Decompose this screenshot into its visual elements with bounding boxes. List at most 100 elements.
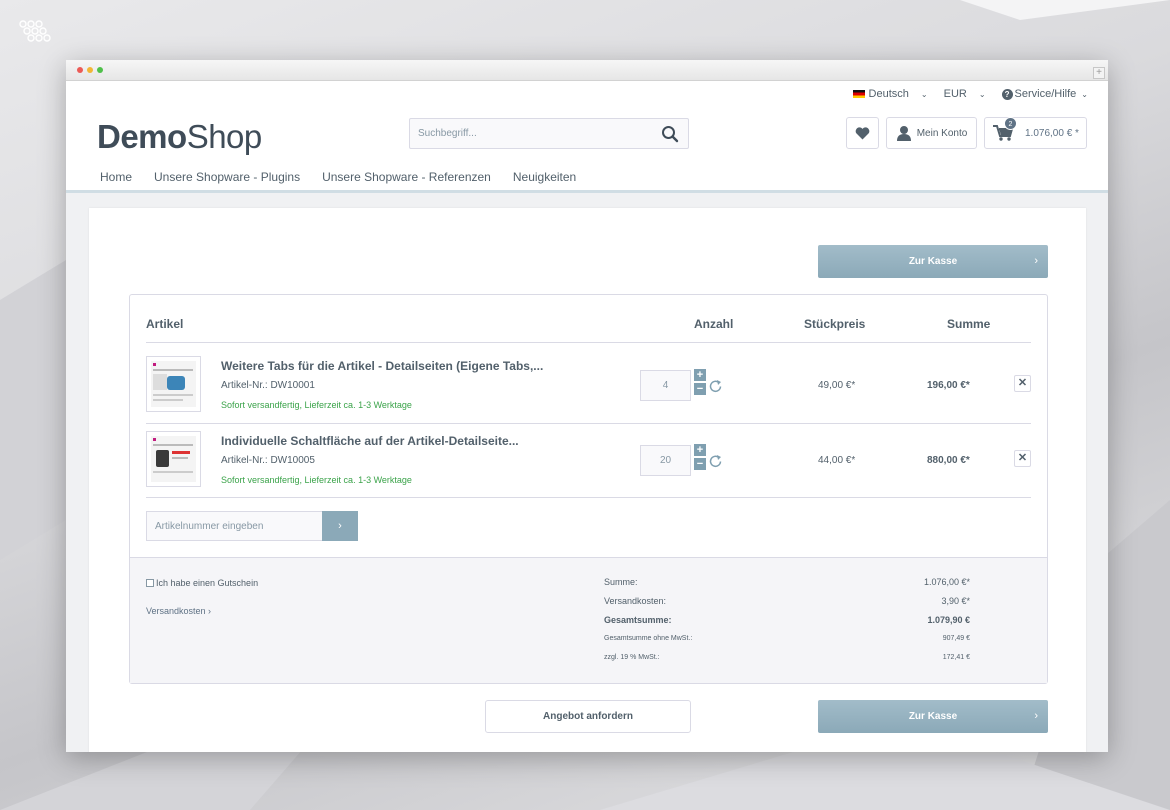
aggregation-label: zzgl. 19 % MwSt.: <box>604 654 660 661</box>
article-number-input[interactable] <box>147 512 317 540</box>
service-menu[interactable]: ? Service/Hilfe ⌄ <box>1001 88 1088 100</box>
header-unit-price: Stückpreis <box>804 317 866 331</box>
search-input[interactable] <box>410 119 650 148</box>
main-content: Zur Kasse › Artikel Anzahl Stückpreis Su… <box>66 193 1108 752</box>
nav-item-home[interactable]: Home <box>100 170 132 184</box>
wishlist-button[interactable] <box>846 117 879 149</box>
add-article-button[interactable]: › <box>322 511 358 541</box>
aggregation-line: Gesamtsumme ohne MwSt.: 907,49 € <box>604 635 970 642</box>
logo-bold-text: Demo <box>97 118 187 155</box>
cart-amount: 1.076,00 € * <box>1025 127 1079 139</box>
checkout-label: Zur Kasse <box>908 711 958 722</box>
close-icon: ✕ <box>1017 452 1028 464</box>
user-icon <box>896 126 911 141</box>
checkout-label: Zur Kasse <box>908 256 958 267</box>
account-label: Mein Konto <box>916 127 968 139</box>
aggregation-label: Summe: <box>604 577 638 587</box>
voucher-checkbox[interactable] <box>146 579 154 587</box>
cart-aggregation: Ich habe einen Gutschein Versandkosten ›… <box>130 557 1047 683</box>
quantity-stepper: + − <box>694 369 706 397</box>
cart-panel: Zur Kasse › Artikel Anzahl Stückpreis Su… <box>89 208 1086 752</box>
nav-item-references[interactable]: Unsere Shopware - Referenzen <box>322 170 491 184</box>
refresh-icon[interactable] <box>708 454 723 469</box>
aggregation-label: Versandkosten: <box>604 596 667 606</box>
voucher-toggle[interactable]: Ich habe einen Gutschein <box>146 578 258 588</box>
heart-icon <box>855 126 870 139</box>
quantity-input[interactable]: 20 <box>640 445 691 476</box>
checkout-button-top[interactable]: Zur Kasse › <box>818 245 1048 278</box>
shipping-costs-link[interactable]: Versandkosten › <box>146 606 211 616</box>
aggregation-value: 1.079,90 € <box>927 615 970 625</box>
aggregation-value: 3,90 €* <box>941 596 970 606</box>
plus-icon[interactable]: + <box>694 444 706 456</box>
nav-item-plugins[interactable]: Unsere Shopware - Plugins <box>154 170 300 184</box>
shop-logo[interactable]: DemoShop <box>97 118 262 156</box>
line-total: 880,00 €* <box>927 455 970 466</box>
corner-logo-icon <box>19 20 51 42</box>
header-total: Summe <box>947 317 991 331</box>
aggregation-value: 1.076,00 €* <box>923 577 970 587</box>
cart-item-row: Individuelle Schaltfläche auf der Artike… <box>130 418 1049 492</box>
aggregation-value: 907,49 € <box>942 635 970 642</box>
search-icon[interactable] <box>661 125 679 143</box>
aggregation-line: zzgl. 19 % MwSt.: 172,41 € <box>604 654 970 661</box>
service-label: Service/Hilfe <box>1014 88 1077 100</box>
minimize-window-dot[interactable] <box>87 67 93 73</box>
remove-item-button[interactable]: ✕ <box>1014 450 1031 467</box>
refresh-icon[interactable] <box>708 379 723 394</box>
currency-selector[interactable]: EUR ⌄ <box>944 88 986 100</box>
unit-price: 44,00 €* <box>818 455 856 466</box>
top-bar: Deutsch ⌄ EUR ⌄ ? Service/Hilfe ⌄ <box>837 88 1088 100</box>
language-label: Deutsch <box>868 88 909 100</box>
window-titlebar: + <box>66 60 1108 81</box>
search-box <box>409 118 689 149</box>
browser-window: + Deutsch ⌄ EUR ⌄ ? Service/Hilfe ⌄ Demo… <box>66 60 1108 752</box>
product-number: Artikel-Nr.: DW10001 <box>221 380 315 391</box>
minus-icon[interactable]: − <box>694 458 706 470</box>
product-image <box>151 436 196 482</box>
product-name[interactable]: Weitere Tabs für die Artikel - Detailsei… <box>221 359 543 373</box>
checkout-button-bottom[interactable]: Zur Kasse › <box>818 700 1048 733</box>
aggregation-line: Versandkosten: 3,90 €* <box>604 596 970 606</box>
minus-icon[interactable]: − <box>694 383 706 395</box>
logo-light-text: Shop <box>186 118 263 155</box>
voucher-label: Ich habe einen Gutschein <box>156 578 259 588</box>
nav-item-news[interactable]: Neuigkeiten <box>513 170 576 184</box>
close-window-dot[interactable] <box>77 67 83 73</box>
remove-item-button[interactable]: ✕ <box>1014 375 1031 392</box>
plus-icon[interactable]: + <box>694 369 706 381</box>
currency-label: EUR <box>943 88 967 100</box>
request-offer-button[interactable]: Angebot anfordern <box>485 700 691 733</box>
product-thumbnail[interactable] <box>146 356 201 412</box>
account-button[interactable]: Mein Konto <box>886 117 977 149</box>
delivery-info: Sofort versandfertig, Lieferzeit ca. 1-3… <box>221 475 412 485</box>
aggregation-line: Summe: 1.076,00 €* <box>604 577 970 587</box>
product-image <box>151 361 196 407</box>
chevron-right-icon: › <box>338 520 342 532</box>
cart-count-badge: 2 <box>1004 117 1017 130</box>
language-selector[interactable]: Deutsch ⌄ <box>852 88 928 100</box>
new-tab-button[interactable]: + <box>1093 67 1105 79</box>
aggregation-value: 172,41 € <box>942 654 970 661</box>
cart-button[interactable]: 2 1.076,00 € * <box>984 117 1087 149</box>
product-name[interactable]: Individuelle Schaltfläche auf der Artike… <box>221 434 519 448</box>
chevron-down-icon: ⌄ <box>1081 89 1088 99</box>
close-icon: ✕ <box>1017 377 1028 389</box>
chevron-down-icon: ⌄ <box>920 89 928 99</box>
help-icon: ? <box>1001 88 1013 100</box>
aggregation-label: Gesamtsumme ohne MwSt.: <box>604 635 693 642</box>
main-navigation: Home Unsere Shopware - Plugins Unsere Sh… <box>100 170 598 184</box>
product-thumbnail[interactable] <box>146 431 201 487</box>
product-number: Artikel-Nr.: DW10005 <box>221 455 315 466</box>
unit-price: 49,00 €* <box>818 380 856 391</box>
quantity-input[interactable]: 4 <box>640 370 691 401</box>
header-article: Artikel <box>146 317 184 331</box>
chevron-right-icon: › <box>1034 255 1038 267</box>
maximize-window-dot[interactable] <box>97 67 103 73</box>
quantity-stepper: + − <box>694 444 706 472</box>
line-total: 196,00 €* <box>927 380 970 391</box>
table-divider <box>146 497 1031 498</box>
delivery-info: Sofort versandfertig, Lieferzeit ca. 1-3… <box>221 400 412 410</box>
article-number-box <box>146 511 323 541</box>
cart-table: Artikel Anzahl Stückpreis Summe Weitere … <box>129 294 1048 684</box>
